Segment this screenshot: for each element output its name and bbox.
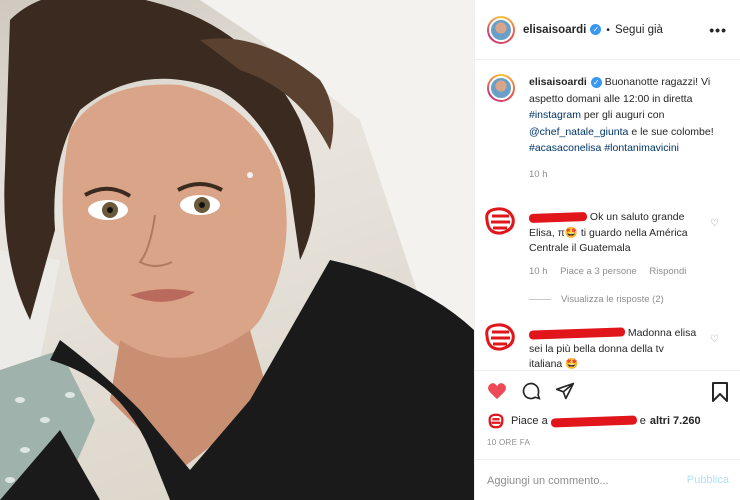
follow-button[interactable]: Segui già (615, 24, 663, 36)
more-options-icon[interactable]: ••• (709, 22, 727, 38)
bookmark-icon[interactable] (711, 381, 729, 403)
hashtag-link[interactable]: #lontanimavicini (604, 142, 679, 154)
author-avatar[interactable] (487, 15, 515, 44)
mention-link[interactable]: @chef_natale_giunta (529, 126, 628, 138)
redacted-username (528, 211, 588, 223)
action-icons (487, 381, 575, 401)
hashtag-link[interactable]: #instagram (529, 109, 581, 121)
redacted-username (528, 327, 626, 340)
verified-badge-icon: ✓ (590, 76, 602, 88)
comments-section[interactable]: elisaisoardi ✓ Buonanotte ragazzi! Vi asp… (475, 60, 740, 370)
divider-line (529, 298, 551, 300)
caption-avatar[interactable] (487, 74, 515, 102)
likes-summary: Piace a e altri 7.260 (487, 412, 701, 430)
reply-button[interactable]: Rispondi (649, 266, 686, 277)
comment-timestamp: 10 h (529, 266, 548, 277)
separator-dot: • (606, 23, 610, 36)
comment-like-heart-icon[interactable]: ♡ (710, 334, 719, 345)
post-header: elisaisoardi ✓ • Segui già ••• (475, 0, 740, 60)
liker-avatar-redacted (488, 413, 504, 429)
likes-prefix: Piace a (511, 415, 548, 427)
hashtag-link[interactable]: #acasaconelisa (529, 142, 601, 154)
commenter-avatar-redacted (483, 322, 517, 352)
commenter-avatar-redacted (483, 206, 517, 236)
verified-badge-icon: ✓ (590, 24, 602, 35)
comment-text: Madonna elisa sei la più bella donna del… (528, 327, 697, 370)
author-username[interactable]: elisaisoardi (523, 24, 586, 36)
comment-likes-link[interactable]: Piace a 3 persone (560, 266, 637, 277)
caption-timestamp: 10 h (529, 168, 548, 180)
redacted-liker-username (550, 415, 637, 427)
comment-meta: 10 h Piace a 3 persone Rispondi (529, 266, 696, 277)
comment-input[interactable] (487, 472, 677, 490)
comment-bubble-icon[interactable] (521, 381, 541, 401)
post-sidebar: elisaisoardi ✓ • Segui già ••• elisaisoa… (474, 0, 740, 500)
likes-count-link[interactable]: altri 7.260 (650, 415, 701, 427)
add-comment-bar: Pubblica (475, 459, 740, 500)
comment-text: Ok un saluto grande Elisa, π🤩 ti guardo … (528, 211, 688, 254)
likes-suffix: e (639, 415, 646, 427)
post-timestamp: 10 ORE FA (487, 438, 531, 447)
share-send-icon[interactable] (555, 381, 575, 401)
like-heart-icon[interactable] (487, 382, 507, 400)
post-photo[interactable] (0, 0, 474, 500)
comment-like-heart-icon[interactable]: ♡ (710, 218, 719, 229)
publish-button[interactable]: Pubblica (687, 474, 729, 486)
caption-username[interactable]: elisaisoardi (529, 76, 587, 88)
post-actions: Piace a e altri 7.260 10 ORE FA Pubblica (475, 370, 740, 500)
caption-text: elisaisoardi ✓ Buonanotte ragazzi! Vi asp… (529, 74, 729, 183)
view-replies-button[interactable]: Visualizza le risposte (2) (529, 294, 664, 305)
selfie-illustration (0, 0, 474, 500)
